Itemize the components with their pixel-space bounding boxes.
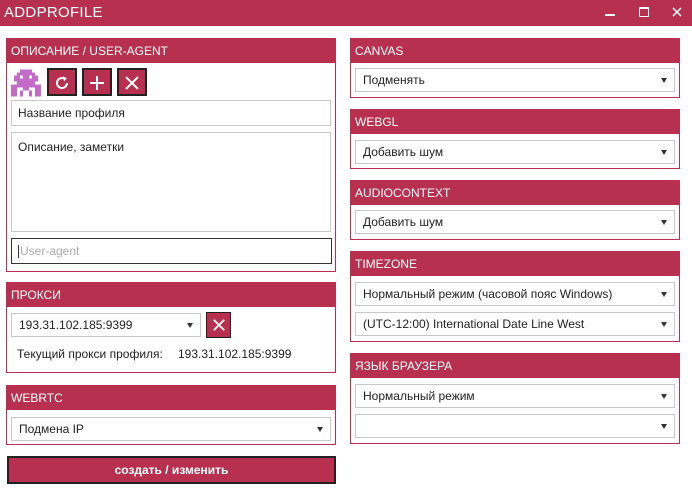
- canvas-panel-header: CANVAS: [351, 39, 679, 63]
- browser-language-panel-header: ЯЗЫК БРАУЗЕРА: [351, 354, 679, 378]
- webrtc-select-value: Подмена IP: [19, 422, 84, 436]
- proxy-panel-header: ПРОКСИ: [7, 283, 335, 307]
- timezone-mode-value: Нормальный режим (часовой пояс Windows): [363, 287, 613, 301]
- close-window-button[interactable]: [666, 3, 688, 23]
- pixel-invader-icon: [11, 69, 41, 100]
- add-button[interactable]: [82, 68, 112, 96]
- chevron-down-icon: [661, 322, 667, 327]
- user-agent-input[interactable]: User-agent: [11, 238, 332, 264]
- chevron-down-icon: [661, 394, 667, 399]
- text-caret: [18, 245, 19, 259]
- language-select[interactable]: [355, 414, 675, 438]
- minimize-icon: [605, 14, 615, 16]
- chevron-down-icon: [187, 323, 193, 328]
- plus-icon: [90, 76, 104, 90]
- notes-value: Описание, заметки: [18, 140, 125, 154]
- regenerate-button[interactable]: [47, 68, 77, 96]
- timezone-zone-value: (UTC-12:00) International Date Line West: [363, 317, 585, 331]
- webrtc-select[interactable]: Подмена IP: [11, 417, 331, 441]
- webrtc-panel-header: WEBRTC: [7, 386, 335, 410]
- current-proxy-value: 193.31.102.185:9399: [178, 347, 292, 361]
- audiocontext-panel-header: AUDIOCONTEXT: [351, 181, 679, 205]
- profile-name-input[interactable]: Название профиля: [11, 100, 331, 126]
- user-agent-placeholder: User-agent: [20, 244, 80, 258]
- create-update-button[interactable]: создать / изменить: [7, 456, 336, 484]
- chevron-down-icon: [661, 78, 667, 83]
- webgl-panel-header: WEBGL: [351, 110, 679, 134]
- remove-proxy-button[interactable]: [206, 312, 231, 338]
- window-title: ADDPROFILE: [4, 4, 103, 21]
- chevron-down-icon: [661, 424, 667, 429]
- close-icon: [125, 76, 139, 90]
- language-mode-value: Нормальный режим: [363, 389, 475, 403]
- chevron-down-icon: [661, 220, 667, 225]
- webgl-select-value: Добавить шум: [363, 145, 444, 159]
- profile-name-value: Название профиля: [18, 106, 125, 120]
- proxy-select[interactable]: 193.31.102.185:9399: [11, 313, 201, 337]
- canvas-select[interactable]: Подменять: [355, 68, 675, 92]
- refresh-icon: [56, 76, 69, 89]
- chevron-down-icon: [317, 427, 323, 432]
- language-mode-select[interactable]: Нормальный режим: [355, 384, 675, 408]
- chevron-down-icon: [661, 292, 667, 297]
- title-bar: ADDPROFILE: [0, 0, 692, 26]
- webgl-select[interactable]: Добавить шум: [355, 140, 675, 164]
- notes-textarea[interactable]: Описание, заметки: [11, 132, 331, 232]
- timezone-panel-header: TIMEZONE: [351, 252, 679, 276]
- audiocontext-select[interactable]: Добавить шум: [355, 210, 675, 234]
- maximize-icon: [639, 7, 649, 17]
- close-icon: [672, 7, 682, 17]
- timezone-zone-select[interactable]: (UTC-12:00) International Date Line West: [355, 312, 675, 336]
- canvas-select-value: Подменять: [363, 73, 425, 87]
- description-panel-header: ОПИСАНИЕ / USER-AGENT: [7, 39, 335, 63]
- current-proxy-label: Текущий прокси профиля:: [17, 347, 163, 361]
- clear-button[interactable]: [117, 68, 147, 96]
- minimize-button[interactable]: [599, 3, 621, 23]
- proxy-select-value: 193.31.102.185:9399: [19, 318, 133, 332]
- audiocontext-select-value: Добавить шум: [363, 215, 444, 229]
- timezone-mode-select[interactable]: Нормальный режим (часовой пояс Windows): [355, 282, 675, 306]
- chevron-down-icon: [661, 150, 667, 155]
- maximize-button[interactable]: [633, 3, 655, 23]
- close-icon: [212, 319, 225, 331]
